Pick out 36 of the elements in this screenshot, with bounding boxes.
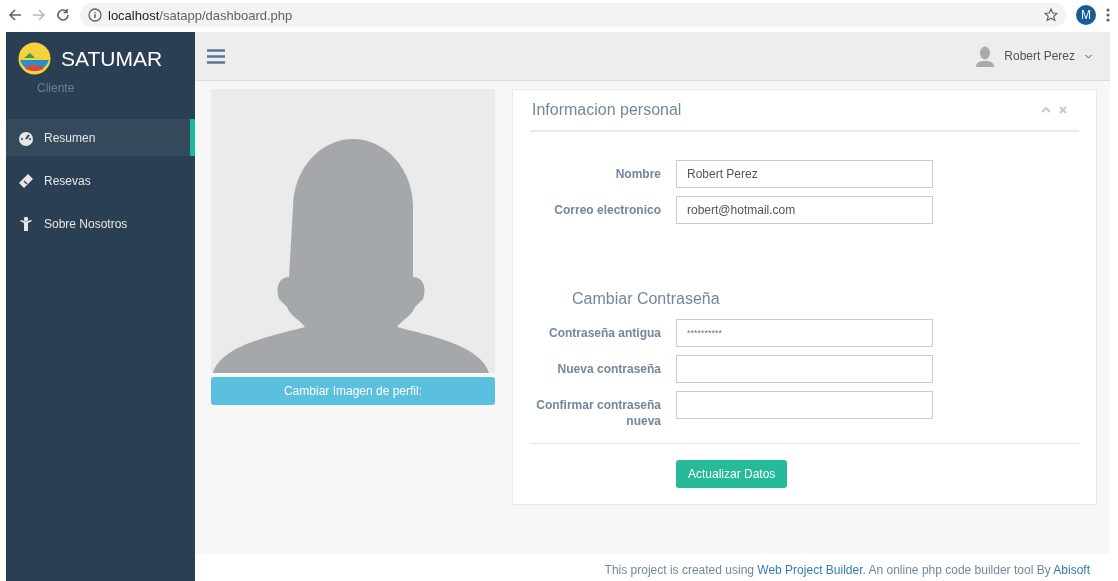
nav-item[interactable]: Resumen bbox=[6, 119, 195, 156]
builder-link[interactable]: Web Project Builder bbox=[757, 563, 863, 577]
card-title: Informacion personal bbox=[532, 101, 682, 119]
footer-text: This project is created using Web Project Builder. An online php code builder tool By Abisoft bbox=[604, 563, 1090, 577]
password-field[interactable] bbox=[676, 355, 933, 383]
password-field[interactable]: ********** bbox=[676, 319, 933, 347]
nav-item[interactable]: Resevas bbox=[6, 162, 195, 199]
field-label: Correo electronico bbox=[553, 202, 661, 218]
nav-item[interactable]: Sobre Nosotros bbox=[6, 205, 195, 242]
password-field[interactable] bbox=[676, 391, 933, 419]
info-icon[interactable] bbox=[88, 8, 102, 22]
user-icon bbox=[976, 45, 995, 67]
section-title: Cambiar Contraseña bbox=[572, 290, 721, 308]
address-bar[interactable]: localhost/satapp/dashboard.php bbox=[80, 3, 1066, 27]
person-icon bbox=[18, 215, 34, 232]
menu-icon[interactable] bbox=[207, 48, 225, 64]
user-role: Cliente bbox=[36, 80, 76, 95]
star-icon[interactable] bbox=[1044, 8, 1058, 22]
reload-icon[interactable] bbox=[56, 8, 70, 22]
brand-name: SATUMAR bbox=[61, 46, 163, 71]
input-field[interactable]: Robert Perez bbox=[676, 160, 933, 188]
logo-icon bbox=[18, 42, 51, 75]
input-field[interactable]: robert@hotmail.com bbox=[676, 196, 933, 224]
gauge-icon bbox=[18, 129, 34, 146]
field-label: Nueva contraseña bbox=[556, 361, 661, 377]
caret-icon bbox=[1085, 53, 1092, 59]
menu-icon[interactable] bbox=[1106, 8, 1110, 22]
back-icon[interactable] bbox=[8, 8, 22, 22]
field-label: Nombre bbox=[614, 166, 661, 182]
profile-avatar[interactable]: M bbox=[1076, 5, 1096, 25]
url-text: localhost/satapp/dashboard.php bbox=[108, 7, 293, 23]
user-menu[interactable]: Robert Perez bbox=[970, 44, 1098, 68]
field-label: Confirmar contraseña nueva bbox=[535, 397, 661, 429]
field-label: Contraseña antigua bbox=[547, 325, 661, 341]
ticket-icon bbox=[18, 172, 34, 189]
company-link[interactable]: Abisoft bbox=[1053, 563, 1090, 577]
